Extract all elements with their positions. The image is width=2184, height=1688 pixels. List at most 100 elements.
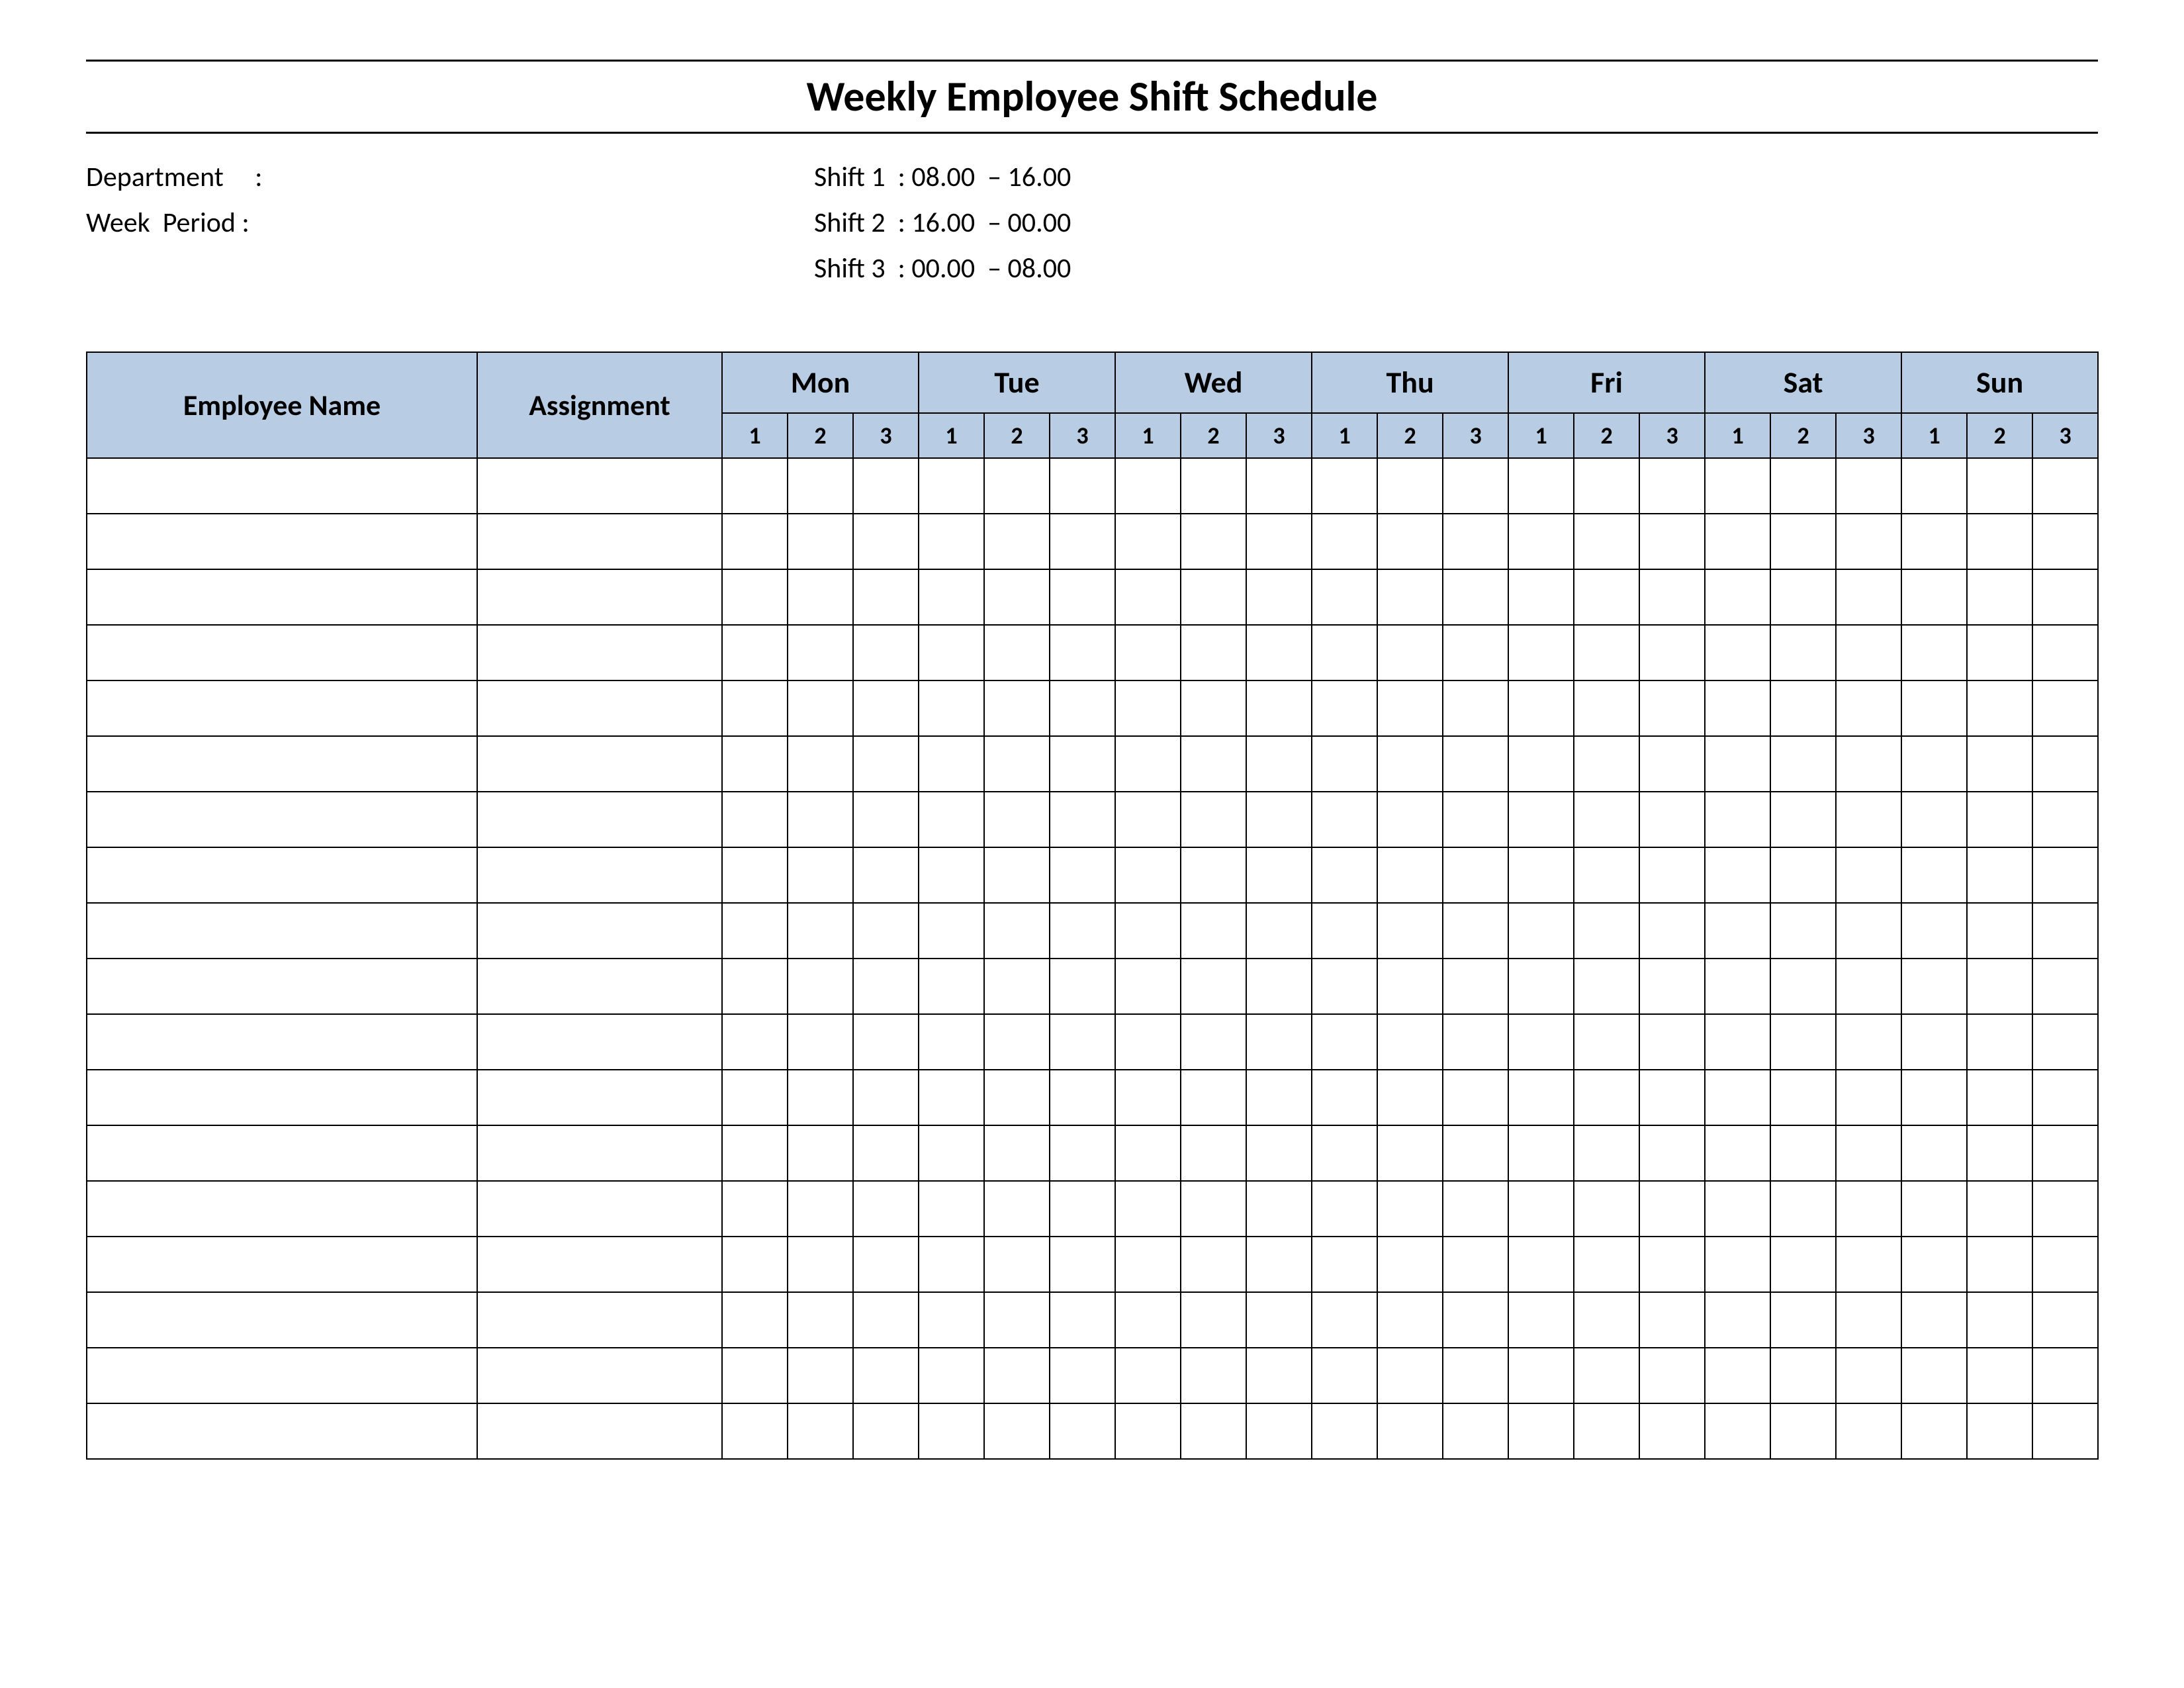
cell-shift[interactable]	[1443, 1348, 1508, 1403]
cell-shift[interactable]	[1312, 792, 1377, 847]
cell-shift[interactable]	[722, 458, 788, 514]
cell-shift[interactable]	[1574, 569, 1639, 625]
cell-shift[interactable]	[1443, 1292, 1508, 1348]
cell-shift[interactable]	[1312, 1181, 1377, 1237]
cell-shift[interactable]	[1377, 736, 1443, 792]
cell-shift[interactable]	[1967, 1125, 2032, 1181]
cell-shift[interactable]	[1115, 903, 1181, 959]
cell-assignment[interactable]	[477, 903, 722, 959]
cell-shift[interactable]	[853, 847, 919, 903]
cell-shift[interactable]	[1050, 903, 1115, 959]
cell-assignment[interactable]	[477, 1070, 722, 1125]
cell-shift[interactable]	[1443, 458, 1508, 514]
cell-shift[interactable]	[919, 1403, 984, 1459]
cell-shift[interactable]	[984, 514, 1050, 569]
cell-employee-name[interactable]	[87, 736, 477, 792]
cell-shift[interactable]	[1967, 1348, 2032, 1403]
cell-assignment[interactable]	[477, 1181, 722, 1237]
cell-shift[interactable]	[1967, 792, 2032, 847]
cell-employee-name[interactable]	[87, 1070, 477, 1125]
cell-shift[interactable]	[853, 1125, 919, 1181]
cell-shift[interactable]	[1836, 1403, 1901, 1459]
cell-shift[interactable]	[1836, 569, 1901, 625]
cell-shift[interactable]	[919, 792, 984, 847]
cell-shift[interactable]	[1639, 959, 1705, 1014]
cell-shift[interactable]	[984, 1125, 1050, 1181]
cell-employee-name[interactable]	[87, 1403, 477, 1459]
cell-shift[interactable]	[1705, 1292, 1770, 1348]
cell-assignment[interactable]	[477, 959, 722, 1014]
cell-shift[interactable]	[1967, 736, 2032, 792]
cell-shift[interactable]	[1967, 1014, 2032, 1070]
cell-shift[interactable]	[1967, 1181, 2032, 1237]
cell-shift[interactable]	[1312, 569, 1377, 625]
cell-shift[interactable]	[788, 959, 853, 1014]
cell-assignment[interactable]	[477, 514, 722, 569]
cell-shift[interactable]	[1246, 458, 1312, 514]
cell-shift[interactable]	[1312, 1292, 1377, 1348]
cell-shift[interactable]	[788, 569, 853, 625]
cell-shift[interactable]	[1967, 1070, 2032, 1125]
cell-shift[interactable]	[1377, 1125, 1443, 1181]
cell-shift[interactable]	[853, 1070, 919, 1125]
cell-shift[interactable]	[1901, 903, 1967, 959]
cell-shift[interactable]	[1770, 959, 1836, 1014]
cell-shift[interactable]	[1770, 1070, 1836, 1125]
cell-shift[interactable]	[853, 1181, 919, 1237]
cell-shift[interactable]	[1443, 1125, 1508, 1181]
cell-shift[interactable]	[788, 1403, 853, 1459]
cell-shift[interactable]	[722, 1125, 788, 1181]
cell-shift[interactable]	[1246, 1403, 1312, 1459]
cell-shift[interactable]	[1508, 1292, 1574, 1348]
cell-shift[interactable]	[1705, 736, 1770, 792]
cell-shift[interactable]	[1639, 1070, 1705, 1125]
cell-shift[interactable]	[1901, 847, 1967, 903]
cell-employee-name[interactable]	[87, 458, 477, 514]
cell-shift[interactable]	[1181, 1014, 1246, 1070]
cell-shift[interactable]	[788, 1181, 853, 1237]
cell-shift[interactable]	[1770, 1292, 1836, 1348]
cell-shift[interactable]	[1312, 1403, 1377, 1459]
cell-shift[interactable]	[1312, 680, 1377, 736]
cell-shift[interactable]	[1312, 1070, 1377, 1125]
cell-shift[interactable]	[1246, 569, 1312, 625]
cell-shift[interactable]	[984, 1070, 1050, 1125]
cell-shift[interactable]	[919, 1125, 984, 1181]
cell-shift[interactable]	[1770, 625, 1836, 680]
cell-shift[interactable]	[1508, 1403, 1574, 1459]
cell-shift[interactable]	[984, 903, 1050, 959]
cell-shift[interactable]	[788, 1125, 853, 1181]
cell-shift[interactable]	[2032, 1125, 2098, 1181]
cell-shift[interactable]	[1508, 1237, 1574, 1292]
cell-shift[interactable]	[1377, 569, 1443, 625]
cell-shift[interactable]	[853, 625, 919, 680]
cell-shift[interactable]	[722, 569, 788, 625]
cell-shift[interactable]	[1115, 1237, 1181, 1292]
cell-shift[interactable]	[1508, 569, 1574, 625]
cell-shift[interactable]	[1181, 458, 1246, 514]
cell-shift[interactable]	[1836, 959, 1901, 1014]
cell-shift[interactable]	[1901, 792, 1967, 847]
cell-shift[interactable]	[1770, 1125, 1836, 1181]
cell-shift[interactable]	[1246, 792, 1312, 847]
cell-employee-name[interactable]	[87, 1181, 477, 1237]
cell-shift[interactable]	[1115, 514, 1181, 569]
cell-shift[interactable]	[1377, 458, 1443, 514]
cell-shift[interactable]	[1115, 1403, 1181, 1459]
cell-shift[interactable]	[788, 458, 853, 514]
cell-shift[interactable]	[1246, 847, 1312, 903]
cell-shift[interactable]	[1050, 1292, 1115, 1348]
cell-shift[interactable]	[1443, 1070, 1508, 1125]
cell-shift[interactable]	[788, 514, 853, 569]
cell-shift[interactable]	[1836, 458, 1901, 514]
cell-employee-name[interactable]	[87, 1348, 477, 1403]
cell-shift[interactable]	[1443, 569, 1508, 625]
cell-shift[interactable]	[1312, 514, 1377, 569]
cell-shift[interactable]	[2032, 680, 2098, 736]
cell-shift[interactable]	[2032, 1181, 2098, 1237]
cell-assignment[interactable]	[477, 847, 722, 903]
cell-shift[interactable]	[1901, 1181, 1967, 1237]
cell-shift[interactable]	[1901, 1014, 1967, 1070]
cell-shift[interactable]	[1705, 1181, 1770, 1237]
cell-shift[interactable]	[1377, 959, 1443, 1014]
